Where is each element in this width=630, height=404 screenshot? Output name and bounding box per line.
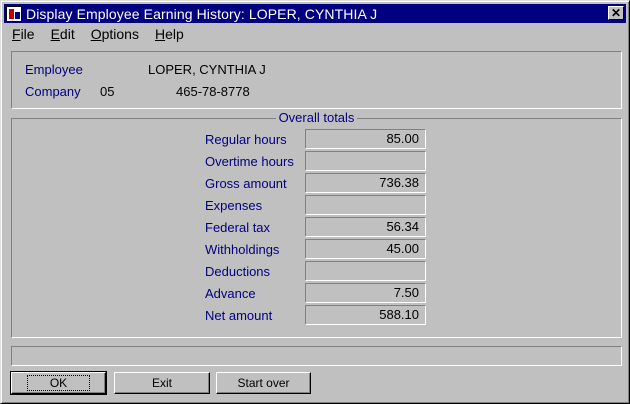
window-title: Display Employee Earning History: LOPER,… — [26, 5, 378, 22]
row-withholdings: Withholdings 45.00 — [205, 239, 426, 259]
row-overtime-hours: Overtime hours — [205, 151, 426, 171]
menu-edit-accel: E — [50, 25, 60, 42]
row-net-amount: Net amount 588.10 — [205, 305, 426, 325]
federal-tax-label: Federal tax — [205, 219, 271, 235]
close-icon[interactable]: ✕ — [608, 6, 624, 20]
expenses-field[interactable] — [305, 195, 426, 215]
menu-edit-rest: dit — [59, 25, 75, 42]
title-bar[interactable]: Display Employee Earning History: LOPER,… — [4, 4, 626, 23]
ok-button[interactable]: OK — [10, 371, 107, 395]
menu-help[interactable]: Help — [147, 26, 192, 42]
menu-edit[interactable]: Edit — [43, 26, 83, 42]
menu-options-rest: ptions — [101, 25, 139, 42]
employee-label: Employee — [25, 62, 83, 77]
company-code: 05 — [100, 84, 115, 99]
regular-hours-field[interactable]: 85.00 — [305, 129, 426, 149]
menu-file[interactable]: File — [4, 26, 43, 42]
ok-button-label: OK — [26, 375, 91, 391]
group-caption: Overall totals — [12, 110, 621, 125]
withholdings-label: Withholdings — [205, 241, 280, 257]
expenses-label: Expenses — [205, 197, 263, 213]
overall-totals-group: Overall totals Regular hours 85.00 Overt… — [11, 110, 622, 338]
row-advance: Advance 7.50 — [205, 283, 426, 303]
row-expenses: Expenses — [205, 195, 426, 215]
overtime-hours-label: Overtime hours — [205, 153, 294, 169]
employee-name: LOPER, CYNTHIA J — [148, 62, 266, 77]
group-caption-text: Overall totals — [275, 110, 358, 125]
status-bar — [11, 346, 622, 366]
menu-help-accel: H — [154, 25, 166, 42]
company-label: Company — [25, 84, 81, 99]
app-icon[interactable] — [6, 5, 22, 22]
row-regular-hours: Regular hours 85.00 — [205, 129, 426, 149]
row-gross-amount: Gross amount 736.38 — [205, 173, 426, 193]
net-amount-label: Net amount — [205, 307, 273, 323]
advance-field[interactable]: 7.50 — [305, 283, 426, 303]
menu-bar: File Edit Options Help — [4, 24, 626, 43]
menu-options-accel: O — [90, 25, 102, 42]
main-window: Display Employee Earning History: LOPER,… — [0, 0, 630, 404]
row-federal-tax: Federal tax 56.34 — [205, 217, 426, 237]
overtime-hours-field[interactable] — [305, 151, 426, 171]
row-deductions: Deductions — [205, 261, 426, 281]
net-amount-field[interactable]: 588.10 — [305, 305, 426, 325]
menu-file-accel: F — [12, 25, 21, 42]
gross-amount-label: Gross amount — [205, 175, 287, 191]
menu-file-rest: ile — [20, 25, 35, 42]
deductions-field[interactable] — [305, 261, 426, 281]
advance-label: Advance — [205, 285, 256, 301]
menu-help-rest: elp — [165, 25, 184, 42]
exit-button[interactable]: Exit — [114, 372, 210, 394]
start-over-button[interactable]: Start over — [216, 372, 311, 394]
regular-hours-label: Regular hours — [205, 131, 287, 147]
employee-panel: Employee LOPER, CYNTHIA J Company 05 465… — [11, 51, 622, 109]
company-id: 465-78-8778 — [176, 84, 250, 99]
withholdings-field[interactable]: 45.00 — [305, 239, 426, 259]
gross-amount-field[interactable]: 736.38 — [305, 173, 426, 193]
federal-tax-field[interactable]: 56.34 — [305, 217, 426, 237]
deductions-label: Deductions — [205, 263, 271, 279]
menu-options[interactable]: Options — [83, 26, 147, 42]
